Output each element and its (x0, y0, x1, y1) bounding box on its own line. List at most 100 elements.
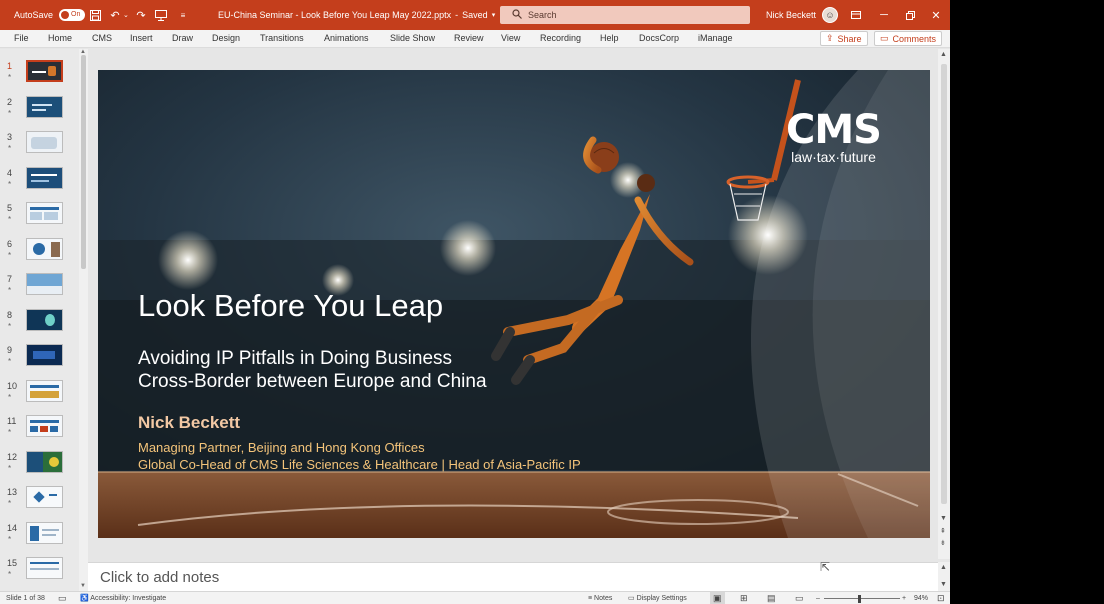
tab-view[interactable]: View (499, 30, 522, 48)
slide-thumbnail[interactable]: 1 * (0, 57, 80, 92)
comments-button[interactable]: ▭ Comments (874, 31, 943, 46)
customize-qat-icon: ≡ (180, 10, 186, 20)
scroll-down-icon[interactable]: ▼ (940, 515, 947, 522)
tab-recording[interactable]: Recording (538, 30, 583, 48)
toggle-knob (61, 11, 70, 19)
restore-button[interactable] (896, 0, 924, 30)
slide-thumbnails-pane: 1 * 2 * 3 * 4 * 5 * 6 * 7 * 8 * 9 * 10 *… (0, 49, 88, 591)
tab-slide-show[interactable]: Slide Show (388, 30, 437, 48)
minimize-button[interactable]: ─ (870, 0, 898, 30)
chevron-down-icon[interactable]: ⌄ (123, 11, 129, 19)
slide-thumbnail[interactable]: 4 * (0, 164, 80, 199)
display-settings-button[interactable]: ▭ Display Settings (628, 592, 687, 604)
transition-star-icon: * (8, 570, 12, 579)
presenter-name[interactable]: Nick Beckett (138, 413, 240, 433)
notes-placeholder[interactable]: Click to add notes (100, 569, 219, 586)
notes-scrollbar[interactable]: ▲ ▼ (938, 562, 950, 591)
slide-thumbnail[interactable]: 12 * (0, 448, 80, 483)
transition-star-icon: * (8, 535, 12, 544)
zoom-out-button[interactable]: – (816, 592, 820, 604)
slide-thumbnail[interactable]: 3 * (0, 128, 80, 163)
tab-imanage[interactable]: iManage (696, 30, 735, 48)
next-slide-icon[interactable]: ⇟ (940, 539, 946, 547)
thumbnail-image (26, 273, 63, 295)
scroll-up-icon[interactable]: ▲ (940, 51, 947, 58)
spelling-icon[interactable]: ▭ (58, 592, 67, 604)
notes-button[interactable]: ≡ Notes (588, 592, 612, 604)
slide-thumbnail[interactable]: 6 * (0, 235, 80, 270)
slide-subtitle[interactable]: Avoiding IP Pitfalls in Doing Business C… (138, 347, 487, 393)
slideshow-view-icon[interactable]: ▭ (795, 592, 804, 604)
customize-qat-button[interactable]: ≡ (176, 0, 190, 30)
slide-thumbnail[interactable]: 7 * (0, 270, 80, 305)
scroll-down-icon[interactable]: ▼ (940, 581, 947, 588)
search-box[interactable]: Search (500, 6, 750, 24)
logo-wordmark: CMS (786, 107, 882, 153)
slide-sorter-icon[interactable]: ⊞ (740, 592, 748, 604)
scroll-up-icon[interactable]: ▲ (940, 564, 947, 571)
zoom-slider[interactable] (824, 598, 900, 599)
thumbnail-number: 15 (7, 558, 18, 568)
tab-file[interactable]: File (12, 30, 31, 48)
slide-thumbnail[interactable]: 13 * (0, 483, 80, 518)
presenter-roles[interactable]: Managing Partner, Beijing and Hong Kong … (138, 439, 581, 473)
tab-animations[interactable]: Animations (322, 30, 371, 48)
scrollbar-thumb[interactable] (941, 64, 947, 504)
ribbon-display-options-button[interactable] (842, 0, 870, 30)
present-button[interactable] (154, 0, 168, 30)
scroll-down-icon[interactable]: ▼ (80, 583, 86, 589)
zoom-in-button[interactable]: + (902, 592, 906, 604)
thumbnail-number: 12 (7, 452, 18, 462)
present-icon (154, 8, 168, 22)
transition-star-icon: * (8, 215, 12, 224)
slide-thumbnail[interactable]: 8 * (0, 306, 80, 341)
avatar[interactable]: ☺ (822, 7, 839, 23)
slide-thumbnail[interactable]: 2 * (0, 93, 80, 128)
thumbnail-image (26, 96, 63, 118)
account[interactable]: Nick Beckett ☺ (766, 0, 839, 30)
tab-draw[interactable]: Draw (170, 30, 195, 48)
autosave[interactable]: AutoSave On (14, 0, 86, 30)
slide-title[interactable]: Look Before You Leap (138, 288, 443, 324)
zoom-slider-handle[interactable] (858, 595, 861, 603)
slide-thumbnail[interactable]: 11 * (0, 412, 80, 447)
slide-canvas[interactable]: Look Before You Leap Avoiding IP Pitfall… (98, 70, 930, 538)
slide-thumbnail[interactable]: 14 * (0, 519, 80, 554)
slide-thumbnail[interactable]: 15 * (0, 554, 80, 589)
thumbnail-image (26, 344, 63, 366)
transition-star-icon: * (8, 357, 12, 366)
tab-transitions[interactable]: Transitions (258, 30, 306, 48)
tab-review[interactable]: Review (452, 30, 486, 48)
document-title[interactable]: EU-China Seminar - Look Before You Leap … (218, 0, 495, 30)
tab-home[interactable]: Home (46, 30, 74, 48)
notes-pane[interactable]: Click to add notes (88, 562, 938, 591)
tab-docscorp[interactable]: DocsCorp (637, 30, 681, 48)
save-button[interactable] (88, 0, 102, 30)
autosave-toggle[interactable]: On (59, 9, 86, 21)
share-button[interactable]: ⇪ Share (820, 31, 868, 46)
tab-insert[interactable]: Insert (128, 30, 155, 48)
slide-scrollbar[interactable]: ▲ ▼ ⇞ ⇟ (938, 49, 950, 559)
scrollbar-thumb[interactable] (81, 55, 86, 269)
reading-view-icon[interactable]: ▤ (767, 592, 776, 604)
slide-thumbnail[interactable]: 5 * (0, 199, 80, 234)
ribbon-display-icon (842, 0, 870, 30)
thumbnails-scrollbar[interactable]: ▲ ▼ (79, 49, 88, 591)
redo-button[interactable]: ↷ (134, 0, 148, 30)
normal-view-icon[interactable]: ▣ (710, 592, 725, 604)
accessibility-status[interactable]: ♿ Accessibility: Investigate (80, 592, 166, 604)
slide-thumbnail[interactable]: 10 * (0, 377, 80, 412)
close-button[interactable]: ✕ (922, 0, 950, 30)
status-bar: Slide 1 of 38 ▭ ♿ Accessibility: Investi… (0, 591, 950, 604)
tab-cms[interactable]: CMS (90, 30, 114, 48)
comments-label: Comments (892, 33, 937, 44)
zoom-level[interactable]: 94% (914, 592, 928, 604)
redo-icon: ↷ (136, 9, 146, 22)
close-icon: ✕ (931, 9, 941, 22)
tab-design[interactable]: Design (210, 30, 242, 48)
tab-help[interactable]: Help (598, 30, 621, 48)
fit-to-window-icon[interactable]: ⊡ (937, 592, 945, 604)
undo-button[interactable]: ↶ ⌄ (108, 0, 129, 30)
previous-slide-icon[interactable]: ⇞ (940, 527, 946, 535)
slide-thumbnail[interactable]: 9 * (0, 341, 80, 376)
